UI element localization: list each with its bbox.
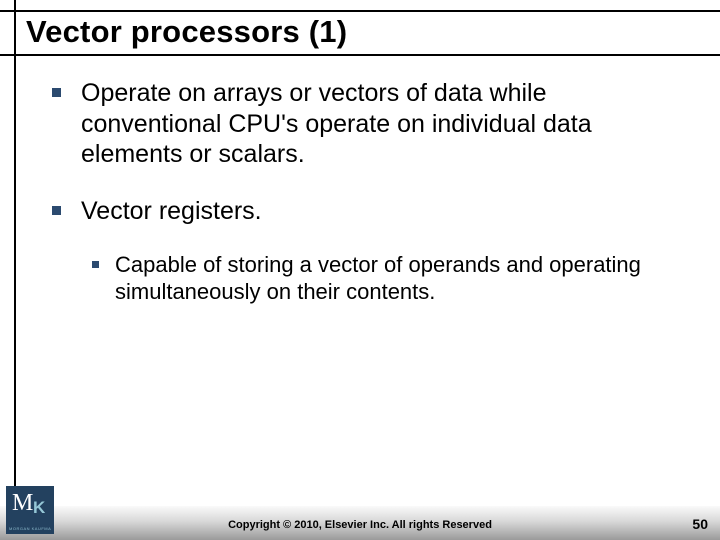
bullet-level1: Vector registers. bbox=[52, 196, 692, 227]
bullet-square-icon bbox=[92, 261, 99, 268]
slide-title: Vector processors (1) bbox=[26, 14, 347, 50]
bullet-text: Capable of storing a vector of operands … bbox=[115, 252, 692, 306]
slide-body: Operate on arrays or vectors of data whi… bbox=[52, 78, 692, 314]
copyright-text: Copyright © 2010, Elsevier Inc. All righ… bbox=[0, 519, 720, 531]
bullet-level2: Capable of storing a vector of operands … bbox=[92, 252, 692, 306]
bullet-square-icon bbox=[52, 206, 61, 215]
bullet-text: Operate on arrays or vectors of data whi… bbox=[81, 78, 692, 170]
rule-top bbox=[0, 10, 720, 12]
bullet-text: Vector registers. bbox=[81, 196, 262, 227]
rule-left bbox=[14, 0, 16, 506]
bullet-level1: Operate on arrays or vectors of data whi… bbox=[52, 78, 692, 170]
rule-under-title bbox=[0, 54, 720, 56]
slide: Vector processors (1) Operate on arrays … bbox=[0, 0, 720, 540]
logo-letter-m: M bbox=[12, 490, 33, 517]
bullet-square-icon bbox=[52, 88, 61, 97]
bullet-sublist: Capable of storing a vector of operands … bbox=[92, 252, 692, 306]
footer: M K MORGAN KAUFMANN Copyright © 2010, El… bbox=[0, 506, 720, 540]
logo-letter-k: K bbox=[33, 498, 45, 518]
page-number: 50 bbox=[692, 516, 708, 532]
